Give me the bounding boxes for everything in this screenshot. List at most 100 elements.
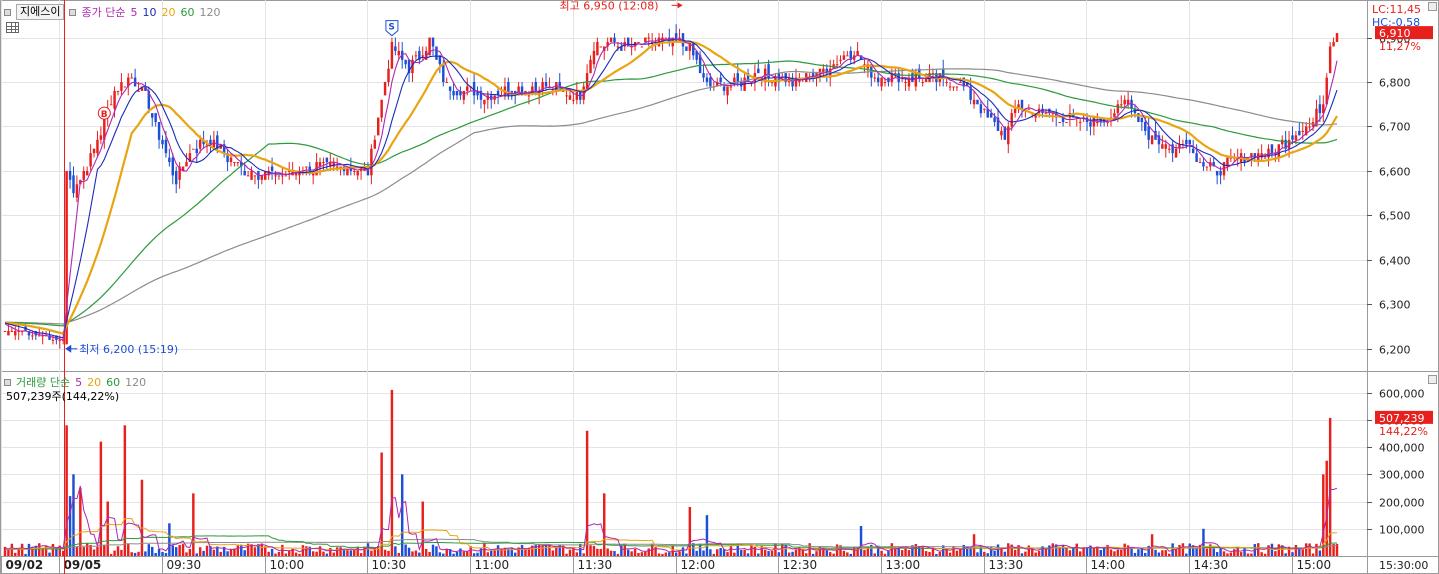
volume-bar <box>123 425 127 556</box>
volume-bar <box>859 526 863 556</box>
volume-bar <box>75 546 79 556</box>
volume-bar <box>1003 551 1007 556</box>
candle-body <box>421 55 424 57</box>
low-annotation: 최저 6,200 (15:19) <box>79 343 178 356</box>
volume-bar <box>493 550 496 556</box>
legend-period-120[interactable]: 120 <box>199 6 220 19</box>
candle-body <box>161 139 164 145</box>
volume-tick-label: 400,000 <box>1379 442 1425 455</box>
candle-body <box>565 95 568 97</box>
volume-bar <box>1267 545 1270 556</box>
candle-body <box>270 166 274 171</box>
legend-period-10[interactable]: 10 <box>142 6 156 19</box>
candle-body <box>959 82 962 84</box>
volume-bar <box>1274 551 1277 556</box>
volume-bar <box>236 544 240 556</box>
candle-body <box>952 86 955 88</box>
legend-toggle-icon[interactable] <box>69 8 77 16</box>
candle-body <box>1116 104 1120 114</box>
volume-bar <box>524 549 527 556</box>
volume-bar <box>1013 549 1017 556</box>
vol-legend-period-60[interactable]: 60 <box>106 376 120 389</box>
volume-bar <box>592 545 596 556</box>
volume-bar <box>733 552 736 556</box>
legend-period-60[interactable]: 60 <box>180 6 194 19</box>
stock-chart: 09/02 09/05 09:30 10:00 10:30 11:00 11:30 12:00… <box>0 0 1439 574</box>
candle-body <box>68 170 72 180</box>
x-tick-label: 14:00 <box>1091 558 1126 572</box>
candle-body <box>921 82 924 84</box>
volume-bar <box>1205 548 1209 556</box>
candle-body <box>1164 144 1168 149</box>
volume-bar <box>633 549 637 556</box>
volume-bar <box>1260 552 1263 556</box>
candle-body <box>431 37 435 47</box>
volume-bar <box>65 425 68 556</box>
volume-bar <box>178 545 181 556</box>
candle-body <box>253 175 257 177</box>
vol-legend-period-120[interactable]: 120 <box>125 376 146 389</box>
candle-body <box>1113 113 1116 118</box>
volume-bar <box>678 551 681 556</box>
volume-bar <box>575 552 579 556</box>
volume-bar <box>38 543 41 556</box>
candle-body <box>1106 122 1109 124</box>
volume-bar <box>914 543 918 556</box>
legend-period-20[interactable]: 20 <box>161 6 175 19</box>
volume-bar <box>1147 545 1150 556</box>
volume-bar <box>794 549 798 556</box>
volume-bar <box>959 549 962 556</box>
chart-canvas[interactable]: 09/02 09/05 09:30 10:00 10:30 11:00 11:30 12:00… <box>0 0 1439 574</box>
volume-bar <box>1078 551 1082 556</box>
volume-bar <box>421 501 424 556</box>
candle-body <box>164 139 168 154</box>
volume-bar <box>151 546 154 556</box>
volume-bar <box>10 543 14 556</box>
volume-bar <box>109 553 113 556</box>
volume-bar <box>1102 547 1106 556</box>
legend-toggle-icon[interactable] <box>4 8 11 16</box>
vol-legend-period-20[interactable]: 20 <box>87 376 101 389</box>
candle-body <box>945 82 948 84</box>
volume-bar <box>140 479 144 556</box>
candle-body <box>839 59 842 61</box>
volume-bar <box>681 547 685 556</box>
x-tick-label: 09/02 <box>6 558 44 572</box>
candle-body <box>644 37 647 43</box>
table-grid-icon[interactable] <box>6 22 19 33</box>
candle-body <box>243 170 246 176</box>
volume-bar <box>1191 545 1195 556</box>
candle-body <box>109 104 113 106</box>
lc-readout: LC:11,45 <box>1372 3 1421 16</box>
candle-body <box>305 166 308 168</box>
candle-body <box>948 86 952 88</box>
legend-toggle-icon[interactable] <box>4 378 11 386</box>
volume-tick-label: 600,000 <box>1379 388 1425 401</box>
volume-bar <box>1311 553 1315 556</box>
volume-bar <box>120 549 123 556</box>
x-axis-last-time: 15:30:00 <box>1379 559 1428 572</box>
legend-period-5[interactable]: 5 <box>130 6 137 19</box>
volume-bar <box>226 551 229 556</box>
volume-bar <box>513 552 517 556</box>
volume-bar <box>832 553 835 556</box>
volume-bar <box>685 553 688 556</box>
volume-bar <box>1243 548 1246 556</box>
stock-name[interactable]: 지에스이 <box>16 4 65 20</box>
volume-bar <box>1024 551 1027 556</box>
volume-bar <box>787 552 791 556</box>
volume-bar <box>900 550 904 556</box>
volume-bar <box>229 549 233 556</box>
candle-body <box>130 77 133 79</box>
vol-legend-period-5[interactable]: 5 <box>75 376 82 389</box>
candle-body <box>983 108 986 110</box>
candle-body <box>72 175 75 194</box>
volume-bar <box>1257 543 1260 556</box>
volume-bar <box>825 549 829 556</box>
candle-body <box>1000 130 1003 136</box>
candle-body <box>955 86 959 88</box>
volume-bar <box>671 545 674 556</box>
volume-bar <box>1157 552 1161 556</box>
volume-bar <box>828 552 832 556</box>
candle-body <box>10 330 14 332</box>
